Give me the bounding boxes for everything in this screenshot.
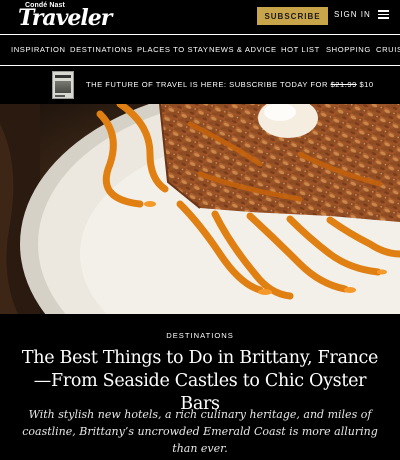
nav-item-cruises[interactable]: CRUIS [376,45,400,54]
hamburger-menu-icon[interactable] [378,10,389,19]
nav-item-news-advice[interactable]: NEWS & ADVICE [209,45,277,54]
hero-food-photo [0,104,400,314]
article-category[interactable]: DESTINATIONS [0,331,400,340]
subscription-promo-banner[interactable]: THE FUTURE OF TRAVEL IS HERE: SUBSCRIBE … [0,66,400,104]
sign-in-link[interactable]: SIGN IN [334,10,371,19]
promo-new-price: $10 [359,80,374,89]
article-header: DESTINATIONS The Best Things to Do in Br… [0,314,400,460]
nav-item-shopping[interactable]: SHOPPING [326,45,371,54]
promo-message: THE FUTURE OF TRAVEL IS HERE: SUBSCRIBE … [86,80,328,89]
main-nav: INSPIRATION DESTINATIONS PLACES TO STAY … [0,34,400,66]
site-header: Condé Nast Traveler SUBSCRIBE SIGN IN [0,0,400,34]
logo-wordmark: Traveler [18,5,112,31]
magazine-cover-thumbnail [52,71,74,99]
promo-text: THE FUTURE OF TRAVEL IS HERE: SUBSCRIBE … [86,80,374,89]
article-dek: With stylish new hotels, a rich culinary… [22,408,378,455]
nav-item-places-to-stay[interactable]: PLACES TO STAY [137,45,209,54]
site-logo[interactable]: Condé Nast Traveler [18,2,112,31]
nav-item-destinations[interactable]: DESTINATIONS [70,45,133,54]
promo-old-price: $21.99 [330,80,357,89]
nav-item-hot-list[interactable]: HOT LIST [281,45,320,54]
nav-item-inspiration[interactable]: INSPIRATION [11,45,66,54]
hero-image [0,104,400,314]
subscribe-button[interactable]: SUBSCRIBE [257,7,328,25]
